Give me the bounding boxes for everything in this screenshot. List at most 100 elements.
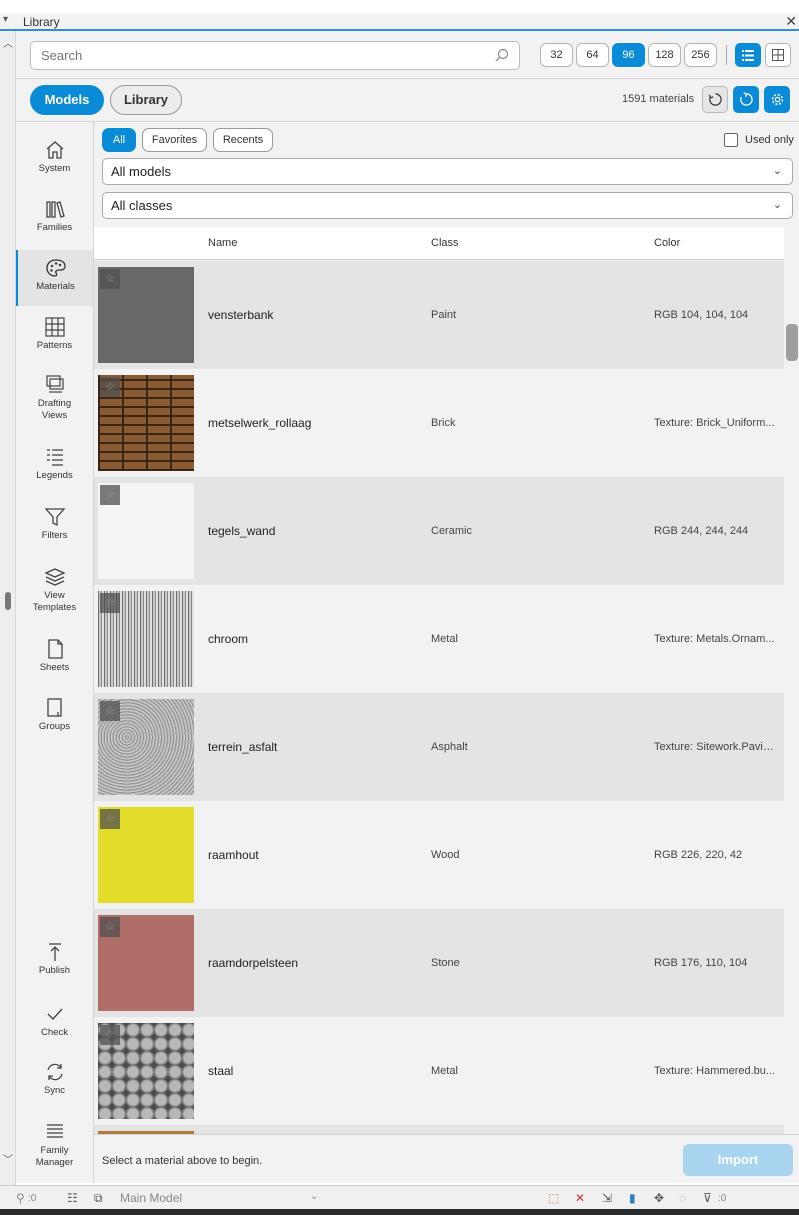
palette-icon — [45, 259, 66, 277]
selection-icon[interactable]: ⚲ — [16, 1191, 25, 1205]
material-thumbnail: ☆ — [98, 591, 194, 687]
search-input[interactable] — [31, 42, 471, 69]
sidebar-item-groups[interactable]: Groups — [16, 698, 93, 744]
sidebar-item-families[interactable]: Families — [16, 199, 93, 245]
favorite-star-icon[interactable]: ☆ — [100, 917, 120, 937]
select-pinned-icon[interactable]: ⇲ — [602, 1191, 612, 1205]
material-color: RGB 226, 220, 42 — [654, 849, 743, 861]
size-32-button[interactable]: 32 — [540, 43, 573, 67]
table-row[interactable]: ☆ chroom Metal Texture: Metals.Ornam... — [94, 585, 784, 693]
tab-library[interactable]: Library — [110, 85, 182, 115]
sidebar-item-family-manager[interactable]: Family Manager — [16, 1122, 93, 1178]
table-row[interactable]: ☆ raamhout Wood RGB 226, 220, 42 — [94, 801, 784, 909]
size-64-button[interactable]: 64 — [576, 43, 609, 67]
favorite-star-icon[interactable]: ☆ — [100, 809, 120, 829]
favorite-star-icon[interactable]: ☆ — [100, 701, 120, 721]
search-icon[interactable] — [495, 48, 509, 62]
sidebar-item-label: Materials — [36, 281, 75, 292]
chevron-down-icon: ⌄ — [772, 165, 782, 177]
active-model[interactable]: Main Model — [120, 1191, 182, 1205]
table-row[interactable]: ☆ terrein_asfalt Asphalt Texture: Sitework.… — [94, 693, 784, 801]
sidebar-item-label: Sheets — [39, 662, 70, 673]
grid-view-button[interactable] — [765, 43, 791, 67]
sidebar-item-label: Sync — [43, 1085, 66, 1096]
sidebar-item-label: Filters — [41, 530, 68, 541]
column-header-color[interactable]: Color — [654, 237, 680, 249]
table-row[interactable]: ☆ raamdorpelsteen Stone RGB 176, 110, 104 — [94, 909, 784, 1017]
favorite-star-icon[interactable]: ☆ — [100, 1025, 120, 1045]
sidebar: System Families Materials Patterns Draft… — [16, 122, 94, 1183]
sidebar-item-drafting-views[interactable]: Drafting Views — [16, 375, 93, 431]
list-view-icon — [742, 50, 754, 61]
filter-chip-all[interactable]: All — [102, 128, 136, 152]
sidebar-item-legends[interactable]: Legends — [16, 447, 93, 493]
table-row[interactable]: ☆ staal Metal Texture: Hammered.bu... — [94, 1017, 784, 1125]
toolbar-divider — [726, 45, 727, 65]
filter-icon[interactable]: ⊽ — [703, 1191, 712, 1205]
layers-icon — [43, 568, 66, 586]
settings-button[interactable] — [764, 86, 790, 113]
material-class: Wood — [431, 849, 460, 861]
table-row[interactable] — [94, 1125, 784, 1134]
sidebar-item-filters[interactable]: Filters — [16, 507, 93, 553]
table-row[interactable]: ☆ tegels_wand Ceramic RGB 244, 244, 244 — [94, 477, 784, 585]
dock-scrollbar[interactable] — [5, 592, 11, 610]
select-underlay-icon[interactable]: ✕ — [575, 1191, 585, 1205]
sheet-icon — [47, 639, 63, 659]
family-manager-icon — [46, 1124, 63, 1138]
scrollbar-track[interactable] — [784, 227, 799, 1134]
select-by-face-icon[interactable]: ▮ — [629, 1191, 636, 1205]
column-header-class[interactable]: Class — [431, 237, 459, 249]
worksets-icon[interactable]: ☷ — [67, 1191, 78, 1205]
favorite-star-icon[interactable]: ☆ — [100, 485, 120, 505]
size-256-button[interactable]: 256 — [684, 43, 717, 67]
material-class: Stone — [431, 957, 460, 969]
sidebar-item-label: Family Manager — [35, 1145, 74, 1168]
sidebar-item-materials[interactable]: Materials — [16, 250, 93, 306]
filter-chip-recents[interactable]: Recents — [213, 128, 273, 152]
models-dropdown[interactable]: All models ⌄ — [102, 158, 793, 185]
material-class: Asphalt — [431, 741, 468, 753]
taskbar-edge — [0, 1209, 799, 1215]
tab-models[interactable]: Models — [30, 85, 104, 115]
sidebar-item-publish[interactable]: Publish — [16, 942, 93, 988]
chevron-up-icon[interactable]: ︿ — [3, 35, 13, 50]
material-class: Ceramic — [431, 525, 472, 537]
filter-icon — [44, 508, 65, 527]
sidebar-item-label: Check — [41, 1027, 68, 1038]
material-class: Metal — [431, 1065, 458, 1077]
close-icon[interactable]: ✕ — [785, 13, 797, 30]
sidebar-item-view-templates[interactable]: View Templates — [16, 567, 93, 623]
sync-icon — [46, 1063, 63, 1081]
models-dropdown-value: All models — [111, 164, 171, 179]
drag-elements-icon[interactable]: ✥ — [654, 1191, 664, 1205]
table-row[interactable]: ☆ vensterbank Paint RGB 104, 104, 104 — [94, 261, 784, 369]
sidebar-item-sync[interactable]: Sync — [16, 1062, 93, 1108]
chevron-down-icon[interactable]: ⌄ — [310, 1191, 318, 1202]
design-options-icon[interactable]: ⧉ — [94, 1191, 103, 1206]
refresh-button[interactable] — [733, 86, 759, 113]
used-only-checkbox[interactable] — [724, 133, 738, 147]
sidebar-item-sheets[interactable]: Sheets — [16, 639, 93, 685]
sidebar-item-check[interactable]: Check — [16, 1004, 93, 1050]
list-view-button[interactable] — [735, 43, 761, 67]
size-96-button[interactable]: 96 — [612, 43, 645, 67]
column-header-name[interactable]: Name — [208, 237, 237, 249]
chevron-down-icon[interactable]: ﹀ — [3, 1151, 13, 1166]
favorite-star-icon[interactable]: ☆ — [100, 269, 120, 289]
sidebar-item-patterns[interactable]: Patterns — [16, 317, 93, 363]
size-128-button[interactable]: 128 — [648, 43, 681, 67]
table-row[interactable]: ☆ metselwerk_rollaag Brick Texture: Brick_U… — [94, 369, 784, 477]
classes-dropdown[interactable]: All classes ⌄ — [102, 192, 793, 219]
import-button[interactable]: Import — [683, 1144, 793, 1176]
scrollbar-thumb[interactable] — [786, 324, 798, 361]
material-name: vensterbank — [208, 308, 274, 322]
filter-chip-favorites[interactable]: Favorites — [142, 128, 207, 152]
sidebar-item-system[interactable]: System — [16, 140, 93, 186]
reset-button[interactable] — [702, 86, 728, 113]
footer-message: Select a material above to begin. — [102, 1155, 263, 1167]
favorite-star-icon[interactable]: ☆ — [100, 593, 120, 613]
favorite-star-icon[interactable]: ☆ — [100, 377, 120, 397]
window-menu-icon[interactable]: ▾ — [3, 14, 8, 25]
select-links-icon[interactable]: ⬚ — [548, 1191, 559, 1205]
